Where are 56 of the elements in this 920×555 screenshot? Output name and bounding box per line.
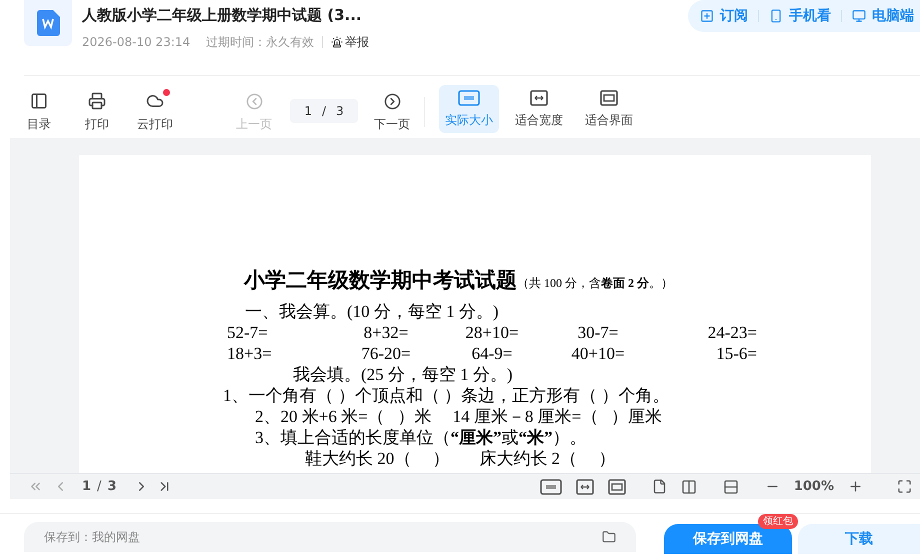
- section-heading: 我会填。(25 分，每空 1 分。): [293, 364, 514, 384]
- question-text: 鞋大约长 20（ ） 床大约长 2（ ）: [305, 448, 616, 468]
- section-heading: 一、我会算。(10 分，每空 1 分。): [245, 300, 500, 322]
- equation-text: 64-9=: [470, 342, 514, 364]
- question-text: 3、填上合适的长度单位（“厘米”或“米”）。: [255, 426, 588, 448]
- exam-title: 小学二年级数学期中考试试题: [244, 267, 517, 294]
- page-separator: /: [97, 478, 102, 496]
- zoom-level: 100%: [794, 478, 834, 496]
- two-page-icon[interactable]: [680, 478, 697, 494]
- view-mode-tab[interactable]: 适合界面: [579, 85, 639, 133]
- equation-text: 28+10=: [464, 322, 520, 342]
- desktop-icon: [852, 9, 866, 23]
- question-text: 1、一个角有（ ）个顶点和（ ）条边，正方形有（ ）个角。: [223, 384, 670, 406]
- word-document-icon: [36, 10, 60, 36]
- equation-text: 15-6=: [715, 342, 757, 364]
- actual-size-icon: [458, 90, 480, 106]
- expiry-text: 过期时间：永久有效: [206, 34, 314, 50]
- folder-icon: [602, 530, 616, 544]
- single-page-icon[interactable]: [652, 479, 667, 494]
- page-input[interactable]: 1 / 3: [290, 99, 358, 123]
- subscribe-icon: [700, 9, 714, 23]
- question-text: 2、20 米+6 米=（ ）米 14 厘米－8 厘米=（ ）厘米: [255, 406, 664, 426]
- alarm-icon: [331, 36, 344, 48]
- next-icon: [384, 93, 400, 110]
- fit-width-icon: [530, 90, 548, 106]
- toolbar-button[interactable]: 目录: [14, 92, 64, 133]
- equation-text: 30-7=: [576, 322, 620, 342]
- view-mode-tab[interactable]: 适合宽度: [509, 85, 569, 133]
- page-total: 3: [107, 478, 116, 496]
- previous-icon: [246, 93, 262, 110]
- zoom-in-icon[interactable]: [848, 479, 863, 494]
- next-page-button[interactable]: 下一页: [374, 93, 410, 133]
- fit-width-icon: [576, 478, 594, 494]
- fullscreen-icon[interactable]: [897, 479, 912, 494]
- equation-text: 40+10=: [570, 342, 626, 364]
- equation-text: 76-20=: [360, 342, 412, 364]
- toolbar-button[interactable]: 打印: [72, 92, 122, 133]
- actual-size-icon: [540, 478, 562, 494]
- page-number: 1: [82, 478, 92, 496]
- bonus-badge: 领红包: [758, 514, 798, 529]
- exam-title-note: （共 100 分，含卷面 2 分。）: [517, 275, 673, 292]
- upload-date: 2026-08-10 23:14: [82, 34, 190, 50]
- equation-text: 8+32=: [362, 322, 410, 342]
- equation-text: 24-23=: [706, 322, 757, 342]
- fit-page-icon: [600, 90, 618, 106]
- printer-icon: [88, 92, 106, 110]
- scroll-pages-icon[interactable]: [722, 478, 739, 494]
- equation-text: 52-7=: [227, 322, 269, 342]
- sidebar-icon: [30, 92, 48, 110]
- equation-text: 18+3=: [227, 342, 273, 364]
- document-title: 人教版小学二年级上册数学期中试题 (3...: [82, 5, 363, 26]
- cloud-icon: [146, 92, 164, 110]
- fit-page-icon: [608, 478, 626, 494]
- report-link[interactable]: 举报: [331, 32, 370, 50]
- toolbar-button[interactable]: 云打印: [130, 92, 180, 133]
- mobile-icon: [769, 9, 783, 23]
